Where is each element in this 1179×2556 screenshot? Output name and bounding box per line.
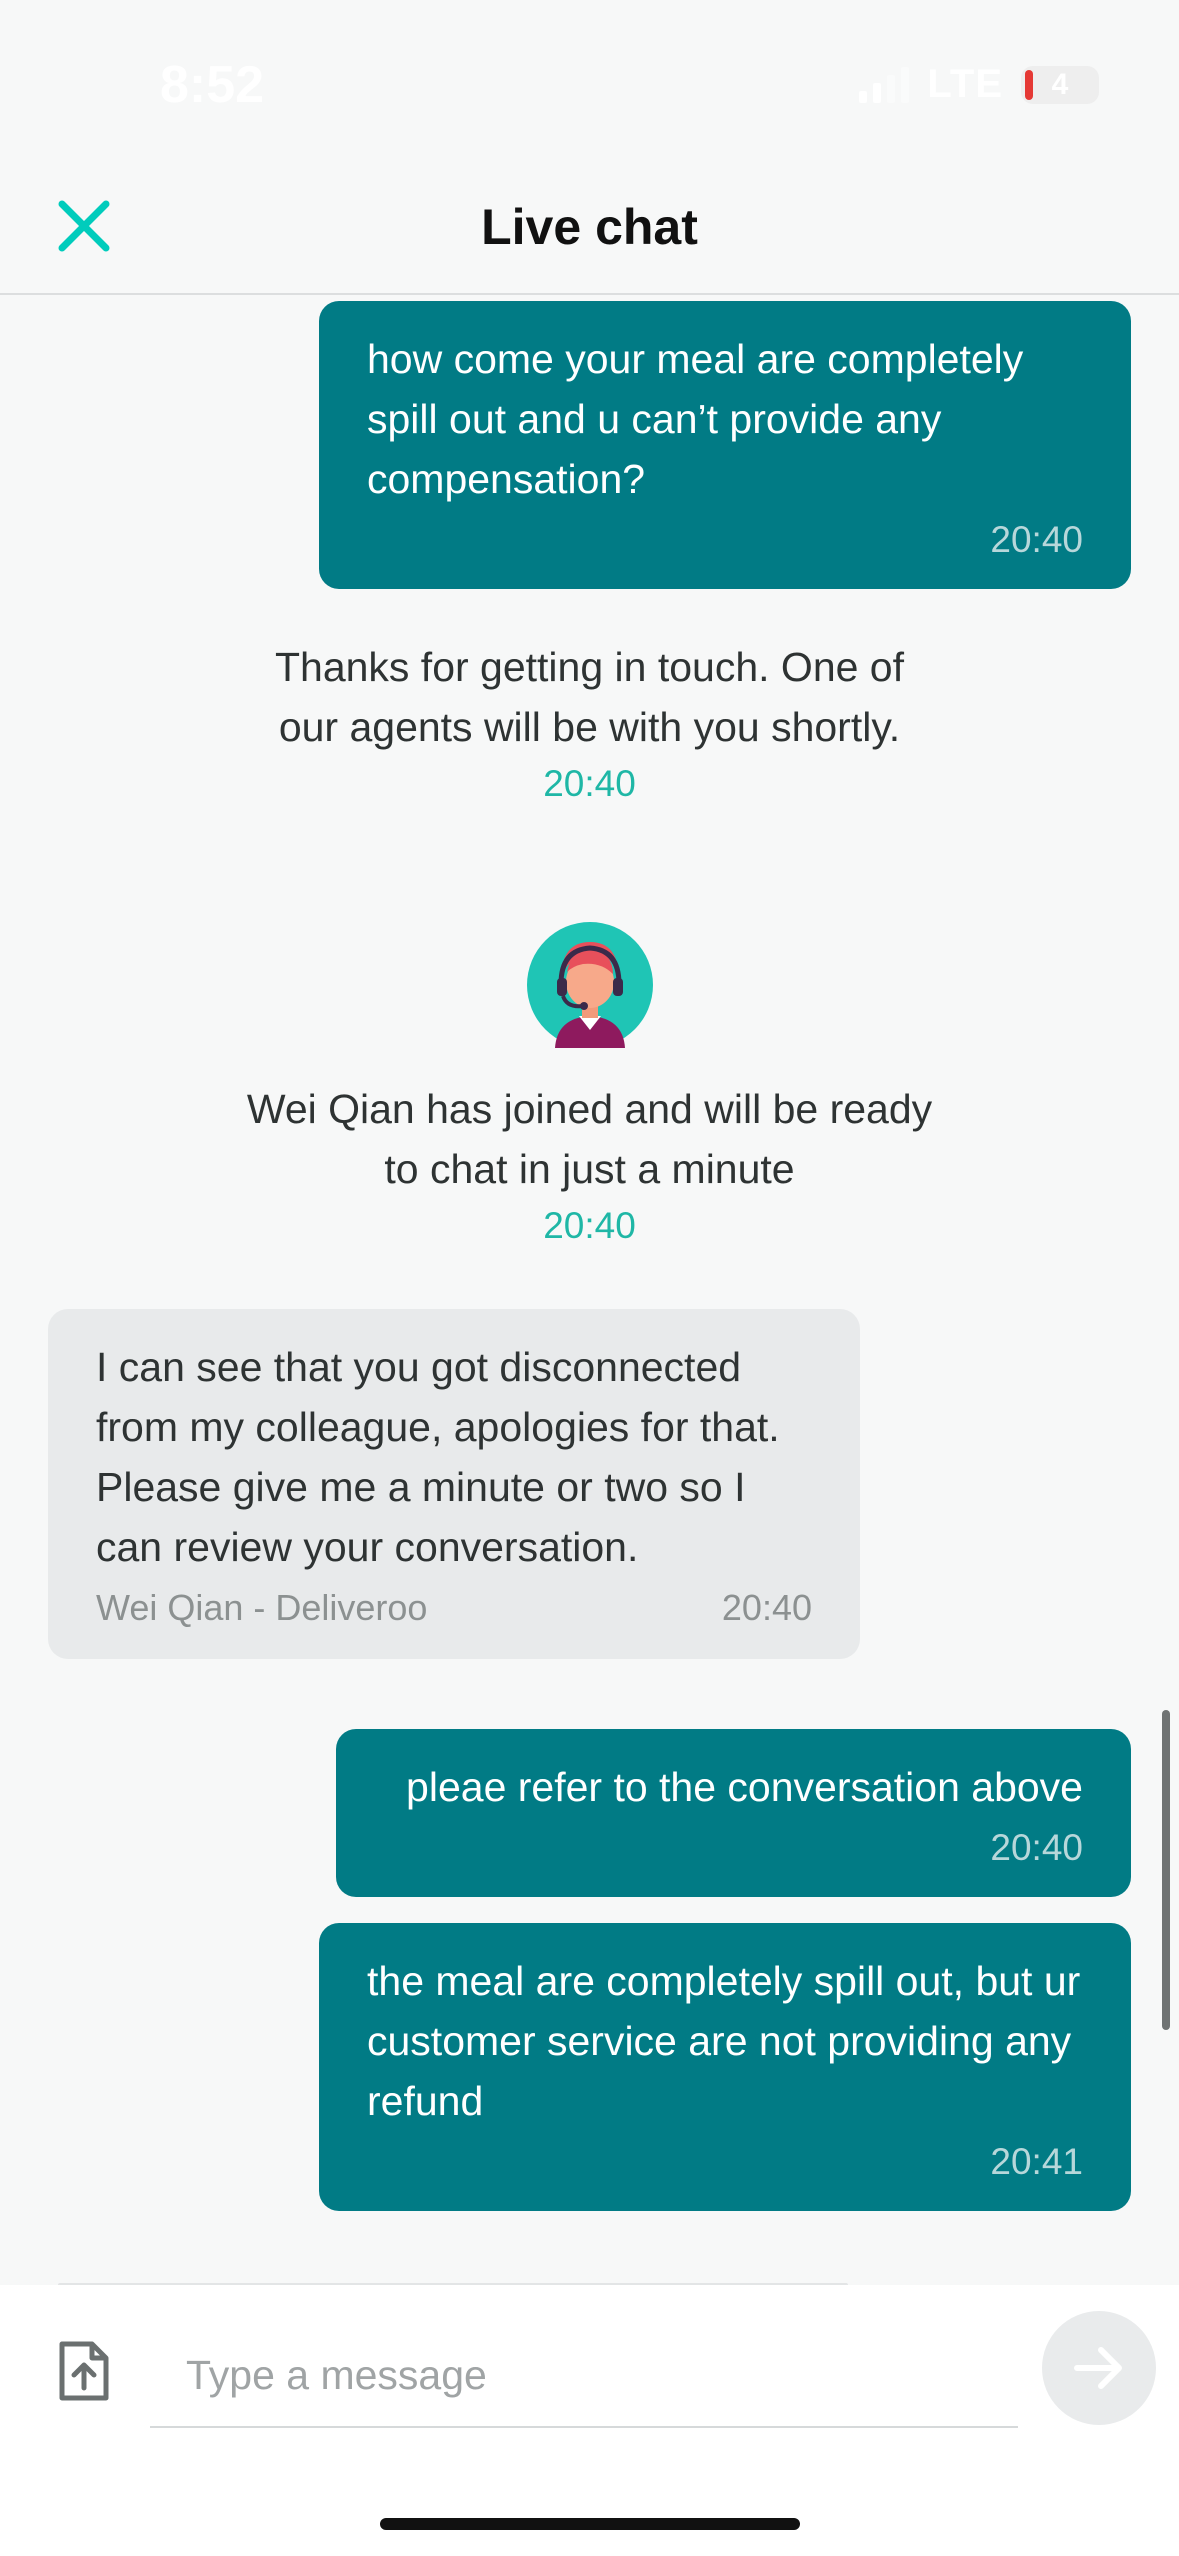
home-indicator[interactable] [380, 2518, 800, 2530]
signal-icon [859, 66, 910, 103]
file-upload-icon [59, 2341, 109, 2401]
battery-level: 4 [1051, 67, 1069, 101]
agent-joined-time: 20:40 [543, 1205, 636, 1246]
agent-joined-text: Wei Qian has joined and will be ready to… [246, 1086, 933, 1192]
message-text: I can see that you got disconnected from… [96, 1344, 780, 1570]
message-time: 20:40 [721, 1587, 812, 1628]
attach-file-button[interactable] [56, 2340, 112, 2402]
status-bar: 8:52 LTE 4 [0, 0, 1179, 150]
status-indicators: LTE 4 [859, 62, 1099, 107]
outgoing-message: how come your meal are completely spill … [319, 301, 1131, 589]
arrow-right-icon [1074, 2347, 1122, 2389]
system-message-time: 20:40 [543, 763, 636, 804]
battery-icon: 4 [1021, 65, 1099, 104]
chat-messages[interactable]: how come your meal are completely spill … [0, 295, 1179, 2285]
message-time: 20:41 [990, 2141, 1083, 2182]
incoming-message: I can see that you got disconnected from… [48, 1309, 860, 1659]
message-input-wrapper [150, 2330, 1018, 2428]
system-message-text: Thanks for getting in touch. One of our … [274, 644, 905, 750]
message-time: 20:40 [990, 519, 1083, 560]
outgoing-message: pleae refer to the conversation above 20… [336, 1729, 1131, 1897]
chat-header: Live chat [0, 150, 1179, 295]
send-button[interactable] [1042, 2311, 1156, 2425]
system-message: Thanks for getting in touch. One of our … [0, 637, 1179, 757]
agent-joined-message: Wei Qian has joined and will be ready to… [0, 1079, 1179, 1199]
message-text: the meal are completely spill out, but u… [367, 1958, 1081, 2124]
message-text: how come your meal are completely spill … [367, 336, 1024, 502]
message-meta: Wei Qian - Deliveroo 20:40 [96, 1583, 812, 1633]
agent-avatar-icon [527, 922, 653, 1048]
message-time: 20:40 [990, 1827, 1083, 1868]
message-sender: Wei Qian - Deliveroo [96, 1587, 428, 1628]
outgoing-message: the meal are completely spill out, but u… [319, 1923, 1131, 2211]
network-label: LTE [927, 62, 1003, 106]
status-time: 8:52 [160, 56, 265, 114]
message-input[interactable] [150, 2330, 1018, 2420]
page-title: Live chat [481, 199, 698, 255]
scrollbar[interactable] [1162, 1710, 1170, 2030]
message-text: pleae refer to the conversation above [406, 1764, 1083, 1810]
